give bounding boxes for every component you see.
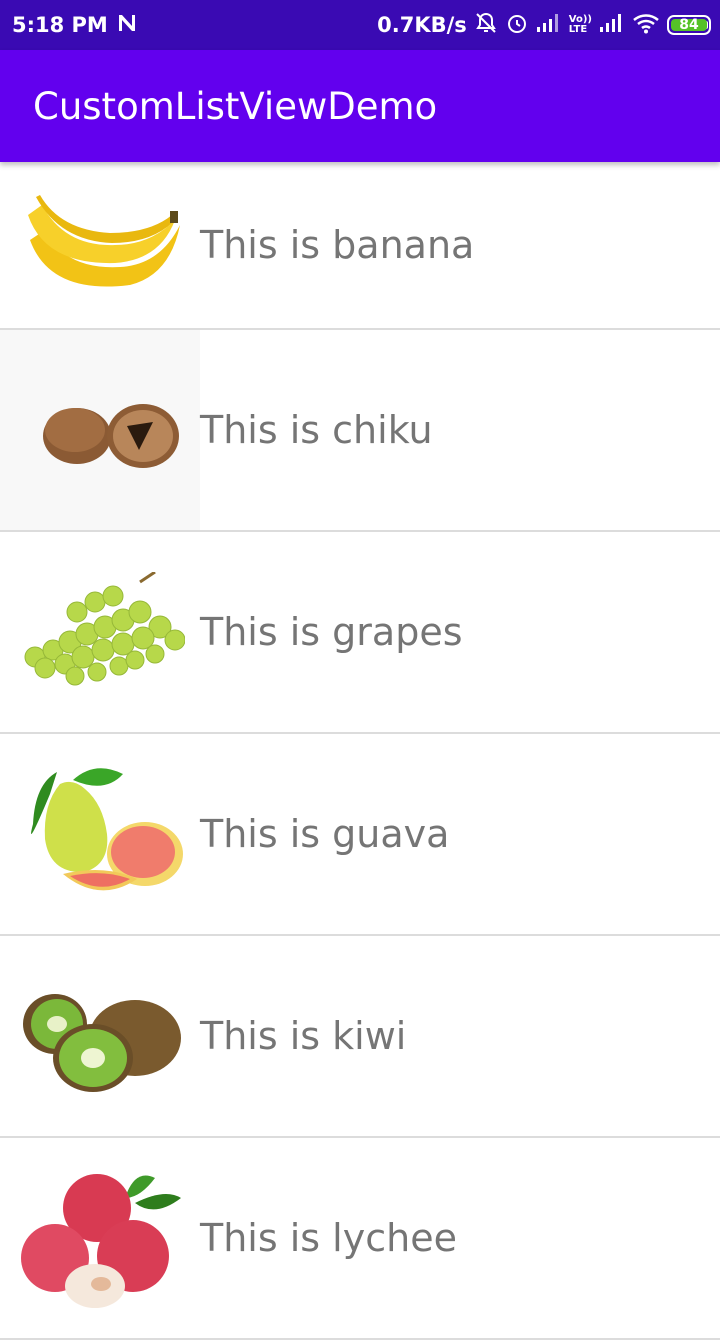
wifi-icon: [632, 12, 660, 39]
network-speed: 0.7KB/s: [377, 13, 467, 37]
status-bar: 5:18 PM 0.7KB/s Vo)) LTE 84: [0, 0, 720, 50]
kiwi-image: [0, 936, 200, 1136]
list-item[interactable]: This is guava: [0, 734, 720, 936]
item-label: This is grapes: [200, 610, 463, 654]
mute-bell-icon: [474, 11, 498, 40]
list-item[interactable]: This is kiwi: [0, 936, 720, 1138]
alarm-icon: [505, 11, 529, 40]
clock: 5:18 PM: [12, 13, 108, 37]
battery-indicator: 84: [667, 15, 711, 35]
fruit-list[interactable]: This is banana This is chiku This is gra…: [0, 162, 720, 1340]
list-item[interactable]: This is lychee: [0, 1138, 720, 1340]
banana-image: [0, 162, 200, 328]
battery-icon: 84: [667, 15, 711, 35]
app-title: CustomListViewDemo: [33, 84, 438, 128]
item-label: This is kiwi: [200, 1014, 407, 1058]
grapes-image: [0, 532, 200, 732]
item-label: This is guava: [200, 812, 450, 856]
volte-icon: Vo)) LTE: [568, 14, 592, 35]
app-bar: CustomListViewDemo: [0, 50, 720, 162]
guava-image: [0, 734, 200, 934]
item-label: This is lychee: [200, 1216, 457, 1260]
lychee-image: [0, 1138, 200, 1338]
signal-icon: [536, 13, 562, 38]
signal-icon-2: [599, 13, 625, 38]
item-label: This is chiku: [200, 408, 433, 452]
chiku-image: [0, 330, 200, 530]
list-item[interactable]: This is grapes: [0, 532, 720, 734]
item-label: This is banana: [200, 223, 475, 267]
list-item[interactable]: This is chiku: [0, 330, 720, 532]
notification-n-icon: [116, 12, 138, 39]
list-item[interactable]: This is banana: [0, 162, 720, 330]
